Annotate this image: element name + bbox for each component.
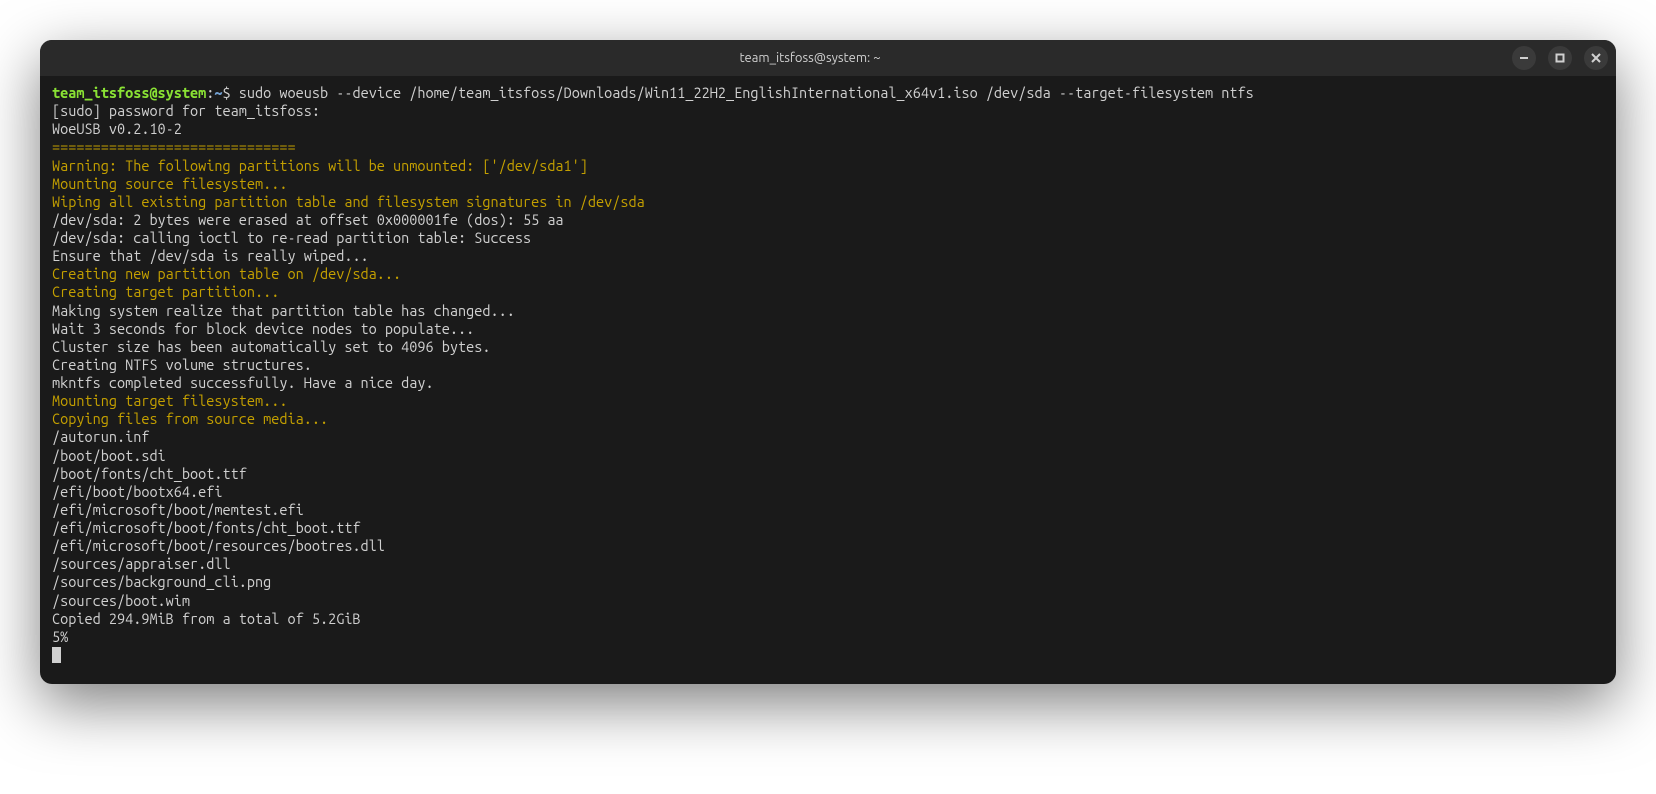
output-line: Ensure that /dev/sda is really wiped... <box>52 247 1604 265</box>
titlebar-controls <box>1452 46 1608 70</box>
output-line: /dev/sda: 2 bytes were erased at offset … <box>52 211 1604 229</box>
output-line: WoeUSB v0.2.10-2 <box>52 120 1604 138</box>
file-line: /efi/boot/bootx64.efi <box>52 483 1604 501</box>
output-line: Copied 294.9MiB from a total of 5.2GiB <box>52 610 1604 628</box>
output-warning: Warning: The following partitions will b… <box>52 157 1604 175</box>
prompt-user-host: team_itsfoss@system <box>52 84 206 101</box>
output-line: /dev/sda: calling ioctl to re-read parti… <box>52 229 1604 247</box>
file-line: /efi/microsoft/boot/fonts/cht_boot.ttf <box>52 519 1604 537</box>
minimize-button[interactable] <box>1512 46 1536 70</box>
terminal-window: team_itsfoss@system: ~ team_itsfoss@syst… <box>40 40 1616 684</box>
output-status: Creating new partition table on /dev/sda… <box>52 265 1604 283</box>
file-line: /efi/microsoft/boot/resources/bootres.dl… <box>52 537 1604 555</box>
output-line: Creating NTFS volume structures. <box>52 356 1604 374</box>
maximize-button[interactable] <box>1548 46 1572 70</box>
window-title: team_itsfoss@system: ~ <box>168 51 1452 65</box>
terminal-content[interactable]: team_itsfoss@system:~$ sudo woeusb --dev… <box>40 76 1616 684</box>
output-status: Wiping all existing partition table and … <box>52 193 1604 211</box>
hamburger-menu-icon[interactable] <box>1482 49 1500 67</box>
file-line: /sources/boot.wim <box>52 592 1604 610</box>
output-line: ============================== <box>52 138 1604 156</box>
command-text: sudo woeusb --device /home/team_itsfoss/… <box>239 84 1254 101</box>
output-status: Mounting source filesystem... <box>52 175 1604 193</box>
prompt-line: team_itsfoss@system:~$ sudo woeusb --dev… <box>52 84 1604 102</box>
progress-percent: 5% <box>52 628 1604 646</box>
output-line: mkntfs completed successfully. Have a ni… <box>52 374 1604 392</box>
titlebar: team_itsfoss@system: ~ <box>40 40 1616 76</box>
cursor-icon <box>52 647 61 663</box>
file-line: /autorun.inf <box>52 428 1604 446</box>
file-line: /sources/background_cli.png <box>52 573 1604 591</box>
output-status: Copying files from source media... <box>52 410 1604 428</box>
cursor-line <box>52 646 1604 664</box>
output-line: Wait 3 seconds for block device nodes to… <box>52 320 1604 338</box>
output-line: Cluster size has been automatically set … <box>52 338 1604 356</box>
file-line: /boot/boot.sdi <box>52 447 1604 465</box>
output-status: Creating target partition... <box>52 283 1604 301</box>
output-line: Making system realize that partition tab… <box>52 302 1604 320</box>
new-tab-icon[interactable] <box>1452 49 1470 67</box>
file-line: /boot/fonts/cht_boot.ttf <box>52 465 1604 483</box>
prompt-path: ~ <box>214 84 222 101</box>
prompt-symbol: $ <box>223 84 231 101</box>
close-button[interactable] <box>1584 46 1608 70</box>
file-line: /efi/microsoft/boot/memtest.efi <box>52 501 1604 519</box>
output-status: Mounting target filesystem... <box>52 392 1604 410</box>
file-line: /sources/appraiser.dll <box>52 555 1604 573</box>
output-line: [sudo] password for team_itsfoss: <box>52 102 1604 120</box>
